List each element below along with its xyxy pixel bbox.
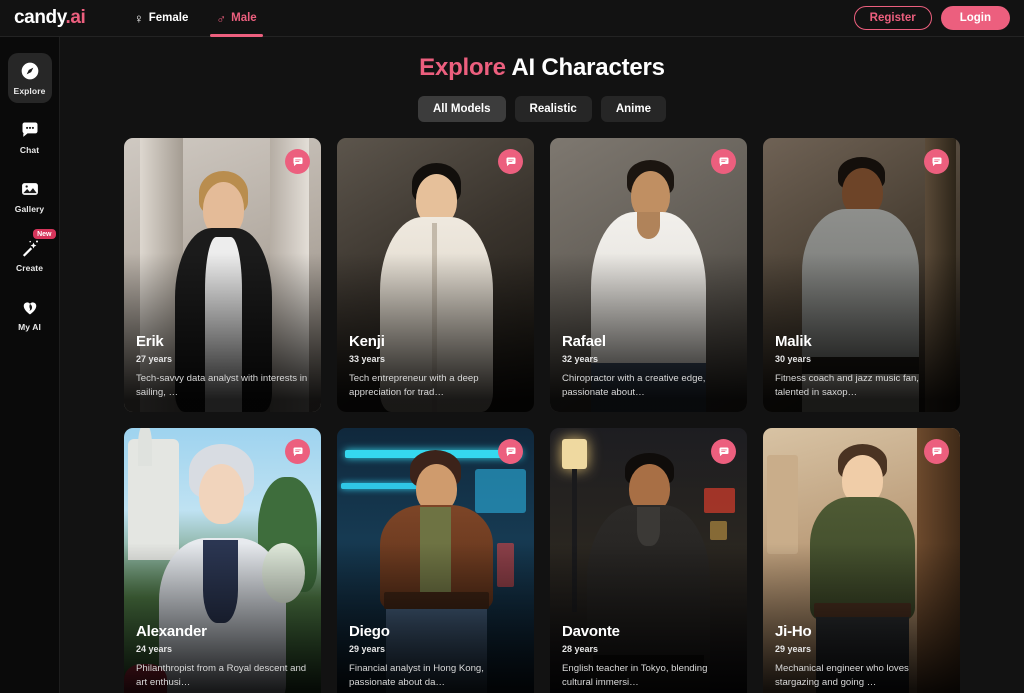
sidebar: Explore Chat Gallery New Create My AI — [0, 37, 60, 693]
character-name: Ji-Ho — [775, 622, 812, 640]
chat-button[interactable] — [285, 149, 310, 174]
page-title-rest: AI Characters — [511, 54, 665, 81]
character-card[interactable]: Malik 30 years Fitness coach and jazz mu… — [763, 138, 960, 412]
compass-icon — [19, 60, 41, 82]
character-age: 29 years — [349, 644, 386, 655]
character-card[interactable]: Rafael 32 years Chiropractor with a crea… — [550, 138, 747, 412]
chat-bubble-icon — [506, 447, 515, 456]
sidebar-item-create[interactable]: New Create — [8, 229, 56, 280]
auth-actions: Register Login — [853, 6, 1024, 30]
sidebar-item-gallery-label: Gallery — [14, 204, 45, 214]
top-bar: candy.ai ♀ Female ♂ Male Register Login — [0, 0, 1024, 37]
card-info: Malik 30 years Fitness coach and jazz mu… — [775, 332, 948, 400]
chat-bubble-icon — [932, 157, 941, 166]
character-card[interactable]: Erik 27 years Tech-savvy data analyst wi… — [124, 138, 321, 412]
page-title: Explore AI Characters — [60, 54, 1024, 82]
character-name: Kenji — [349, 332, 385, 350]
tab-female[interactable]: ♀ Female — [120, 0, 202, 37]
sidebar-item-gallery[interactable]: Gallery — [8, 171, 52, 221]
sidebar-item-my-ai[interactable]: My AI — [8, 289, 52, 339]
chat-bubble-icon — [293, 447, 302, 456]
card-info: Erik 27 years Tech-savvy data analyst wi… — [136, 332, 309, 400]
character-name: Davonte — [562, 622, 620, 640]
character-age: 24 years — [136, 644, 173, 655]
character-card[interactable]: Diego 29 years Financial analyst in Hong… — [337, 428, 534, 693]
chat-button[interactable] — [711, 439, 736, 464]
character-age: 28 years — [562, 644, 599, 655]
card-info: Ji-Ho 29 years Mechanical engineer who l… — [775, 622, 948, 690]
character-description: English teacher in Tokyo, blending cultu… — [562, 663, 708, 689]
character-name: Rafael — [562, 332, 606, 350]
card-info: Rafael 32 years Chiropractor with a crea… — [562, 332, 735, 400]
filter-tabs: All Models Realistic Anime — [60, 96, 1024, 122]
sidebar-item-explore-label: Explore — [13, 86, 46, 96]
character-description: Philanthropist from a Royal descent and … — [136, 663, 307, 689]
filter-anime[interactable]: Anime — [600, 96, 666, 122]
character-name: Alexander — [136, 622, 207, 640]
character-age: 30 years — [775, 354, 812, 365]
card-info: Davonte 28 years English teacher in Toky… — [562, 622, 735, 690]
page-title-accent: Explore — [419, 54, 506, 81]
sidebar-item-chat-label: Chat — [19, 145, 40, 155]
main-content: Explore AI Characters All Models Realist… — [60, 37, 1024, 693]
character-description: Tech-savvy data analyst with interests i… — [136, 373, 308, 399]
character-age: 32 years — [562, 354, 599, 365]
tab-male[interactable]: ♂ Male — [202, 0, 270, 37]
chat-button[interactable] — [711, 149, 736, 174]
register-button[interactable]: Register — [853, 6, 932, 30]
character-card[interactable]: Davonte 28 years English teacher in Toky… — [550, 428, 747, 693]
filter-realistic[interactable]: Realistic — [514, 96, 592, 122]
chat-bubble-icon — [932, 447, 941, 456]
tab-male-label: Male — [231, 12, 257, 24]
brand-name: candy — [14, 7, 66, 28]
character-card[interactable]: Alexander 24 years Philanthropist from a… — [124, 428, 321, 693]
chat-button[interactable] — [924, 149, 949, 174]
character-description: Tech entrepreneur with a deep appreciati… — [349, 373, 479, 399]
chat-bubble-icon — [293, 157, 302, 166]
sidebar-item-explore[interactable]: Explore — [7, 53, 52, 103]
chat-bubble-icon — [719, 447, 728, 456]
chat-button[interactable] — [924, 439, 949, 464]
card-info: Kenji 33 years Tech entrepreneur with a … — [349, 332, 522, 400]
tab-female-label: Female — [148, 12, 189, 24]
character-age: 33 years — [349, 354, 386, 365]
sidebar-item-chat[interactable]: Chat — [8, 112, 52, 162]
character-name: Malik — [775, 332, 812, 350]
character-age: 27 years — [136, 354, 173, 365]
chat-bubble-icon — [19, 119, 41, 141]
male-symbol-icon: ♂ — [216, 10, 227, 26]
brand-logo[interactable]: candy.ai — [0, 7, 120, 29]
character-description: Fitness coach and jazz music fan, talent… — [775, 373, 919, 399]
character-card[interactable]: Ji-Ho 29 years Mechanical engineer who l… — [763, 428, 960, 693]
new-badge: New — [33, 229, 56, 239]
character-description: Financial analyst in Hong Kong, passiona… — [349, 663, 484, 689]
character-age: 29 years — [775, 644, 812, 655]
chat-bubble-icon — [719, 157, 728, 166]
female-symbol-icon: ♀ — [134, 10, 144, 26]
character-grid: Erik 27 years Tech-savvy data analyst wi… — [60, 138, 1024, 693]
sidebar-item-my-ai-label: My AI — [18, 322, 41, 332]
chat-button[interactable] — [285, 439, 310, 464]
character-description: Chiropractor with a creative edge, passi… — [562, 373, 706, 399]
brand-suffix: .ai — [65, 7, 86, 28]
magic-wand-icon — [19, 237, 41, 259]
chat-button[interactable] — [498, 149, 523, 174]
character-name: Diego — [349, 622, 390, 640]
heart-icon — [19, 296, 41, 318]
image-icon — [19, 178, 41, 200]
card-info: Diego 29 years Financial analyst in Hong… — [349, 622, 522, 690]
chat-button[interactable] — [498, 439, 523, 464]
character-description: Mechanical engineer who loves stargazing… — [775, 663, 909, 689]
character-card[interactable]: Kenji 33 years Tech entrepreneur with a … — [337, 138, 534, 412]
filter-all-models[interactable]: All Models — [418, 96, 506, 122]
chat-bubble-icon — [506, 157, 515, 166]
card-info: Alexander 24 years Philanthropist from a… — [136, 622, 309, 690]
character-name: Erik — [136, 332, 164, 350]
sidebar-item-create-label: Create — [15, 263, 44, 273]
gender-tabs: ♀ Female ♂ Male — [120, 0, 271, 37]
login-button[interactable]: Login — [940, 6, 1010, 30]
